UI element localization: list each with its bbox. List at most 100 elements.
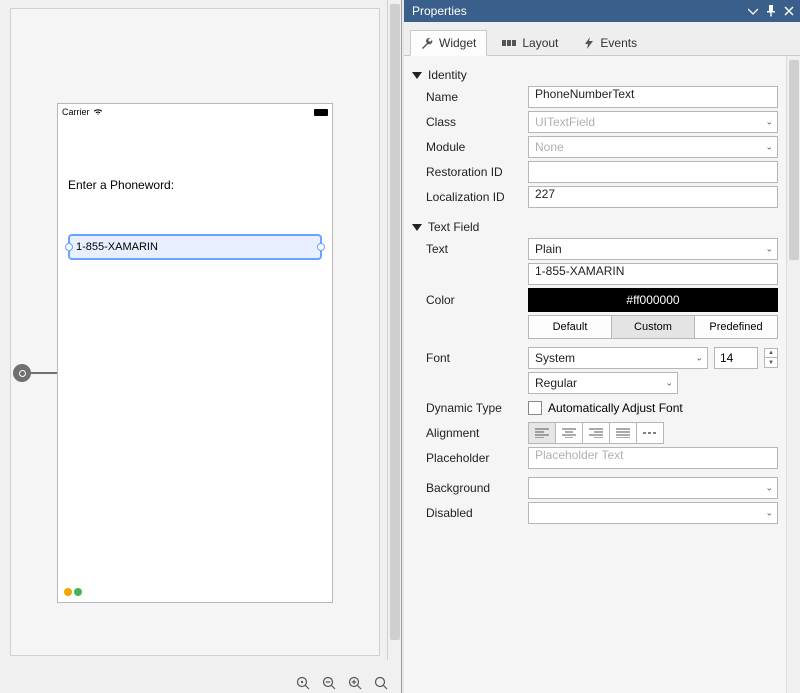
disclosure-triangle-icon [412,224,422,231]
zoom-in-button[interactable] [347,675,363,691]
phoneword-textfield[interactable]: 1-855-XAMARIN [68,234,322,260]
colormode-custom[interactable]: Custom [611,315,695,339]
text-type-select[interactable]: Plain⌄ [528,238,778,260]
align-left-icon [535,428,549,438]
designer-canvas[interactable]: Carrier Enter a Phoneword: 1-855-XAMARIN [10,8,380,656]
background-label: Background [426,481,528,495]
chevron-down-icon: ⌄ [765,142,773,153]
tab-widget-label: Widget [439,36,476,50]
designer-pane: Carrier Enter a Phoneword: 1-855-XAMARIN [0,0,402,693]
class-select[interactable]: UITextField ⌄ [528,111,778,133]
class-value: UITextField [535,115,595,129]
align-right-button[interactable] [582,422,610,444]
font-family-value: System [535,351,575,365]
chevron-down-icon: ⌄ [765,483,773,494]
chevron-down-icon: ⌄ [765,508,773,519]
class-label: Class [426,115,528,129]
scrollbar-thumb[interactable] [789,60,799,260]
color-mode-segments: Default Custom Predefined [528,315,778,339]
disabled-select[interactable]: ⌄ [528,502,778,524]
color-label: Color [426,293,528,307]
placeholder-input[interactable]: Placeholder Text [528,447,778,469]
phoneword-label[interactable]: Enter a Phoneword: [68,178,322,192]
wifi-icon [93,108,103,116]
chevron-down-icon: ⌄ [765,117,773,128]
resize-handle-left[interactable] [65,243,73,251]
color-swatch[interactable]: #ff000000 [528,288,778,312]
lightning-icon [584,37,594,49]
zoom-controls [295,675,389,691]
section-textfield[interactable]: Text Field [412,220,778,234]
pin-icon[interactable] [764,4,778,18]
module-select[interactable]: None⌄ [528,136,778,158]
entry-point-icon [13,364,31,382]
align-natural-icon [643,428,657,438]
resize-handle-right[interactable] [317,243,325,251]
warning-dot-icon [64,588,72,596]
dynamic-type-checkbox[interactable] [528,401,542,415]
alignment-group [528,422,778,444]
restoration-id-input[interactable] [528,161,778,183]
align-left-button[interactable] [528,422,556,444]
chevron-down-icon: ⌄ [765,244,773,255]
font-weight-select[interactable]: Regular⌄ [528,372,678,394]
phone-bottom-indicators [64,588,82,596]
scrollbar-thumb[interactable] [390,4,400,640]
font-family-select[interactable]: System ⌄ [528,347,708,369]
colormode-default[interactable]: Default [528,315,612,339]
phone-frame[interactable]: Carrier Enter a Phoneword: 1-855-XAMARIN [57,103,333,603]
properties-panel: Properties Widget Layout Events [404,0,800,693]
dynamic-type-checkbox-label: Automatically Adjust Font [548,401,683,415]
properties-tabs: Widget Layout Events [404,22,800,56]
font-size-down[interactable]: ▼ [764,358,778,368]
font-label: Font [426,351,528,365]
text-label: Text [426,242,528,256]
alignment-label: Alignment [426,426,528,440]
wrench-icon [421,37,433,49]
window-position-icon[interactable] [746,4,760,18]
carrier-label: Carrier [62,107,90,117]
designer-scrollbar[interactable] [387,0,401,660]
align-center-icon [562,428,576,438]
name-label: Name [426,90,528,104]
disabled-label: Disabled [426,506,528,520]
font-size-input[interactable]: 14 [714,347,758,369]
colormode-predefined[interactable]: Predefined [694,315,778,339]
section-identity-label: Identity [428,68,467,82]
name-input[interactable]: PhoneNumberText [528,86,778,108]
tab-layout[interactable]: Layout [491,30,569,56]
chevron-down-icon: ⌄ [695,353,703,364]
panel-title: Properties [412,4,467,18]
tab-events-label: Events [600,36,637,50]
textfield-value: 1-855-XAMARIN [76,241,158,253]
dynamic-type-label: Dynamic Type [426,401,528,415]
properties-scroll-area[interactable]: Identity Name PhoneNumberText Class UITe… [404,56,786,693]
align-natural-button[interactable] [636,422,664,444]
localization-id-input[interactable]: 227 [528,186,778,208]
align-right-icon [589,428,603,438]
zoom-more-button[interactable] [373,675,389,691]
zoom-out-button[interactable] [321,675,337,691]
font-size-up[interactable]: ▲ [764,348,778,358]
battery-icon [314,109,328,116]
background-select[interactable]: ⌄ [528,477,778,499]
align-justify-icon [616,428,630,438]
module-label: Module [426,140,528,154]
chevron-down-icon: ▼ [768,360,774,366]
close-icon[interactable] [782,4,796,18]
restoration-id-label: Restoration ID [426,165,528,179]
ok-dot-icon [74,588,82,596]
placeholder-label: Placeholder [426,451,528,465]
text-value-input[interactable]: 1-855-XAMARIN [528,263,778,285]
zoom-fit-button[interactable] [295,675,311,691]
align-center-button[interactable] [555,422,583,444]
align-justify-button[interactable] [609,422,637,444]
tab-layout-label: Layout [522,36,558,50]
tab-events[interactable]: Events [573,30,648,56]
tab-widget[interactable]: Widget [410,30,487,56]
section-identity[interactable]: Identity [412,68,778,82]
panel-titlebar[interactable]: Properties [404,0,800,22]
disclosure-triangle-icon [412,72,422,79]
phone-statusbar: Carrier [58,104,332,120]
properties-scrollbar[interactable] [786,56,800,693]
